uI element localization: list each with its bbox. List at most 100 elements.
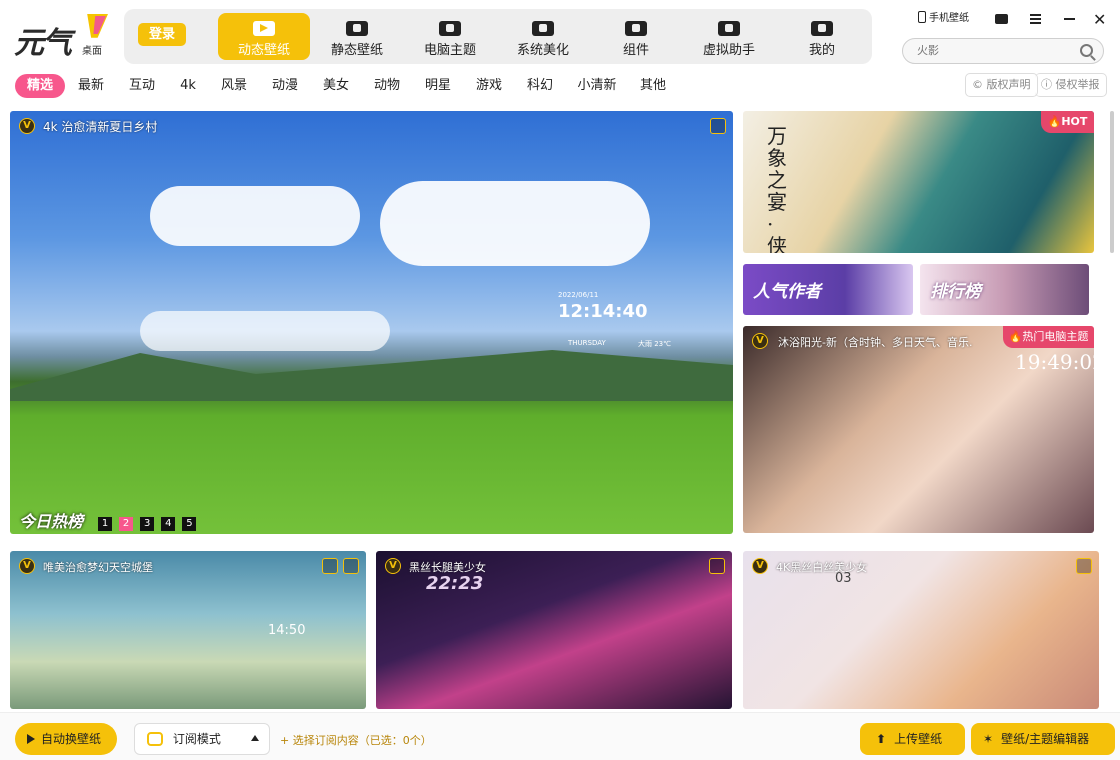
phone-wallpaper-button[interactable]: 手机壁纸	[918, 10, 969, 28]
category-featured[interactable]: 精选	[15, 74, 65, 98]
app-logo[interactable]: 元气 桌面	[12, 14, 108, 61]
category-games[interactable]: 游戏	[474, 74, 504, 98]
bottom-bar: 自动换壁纸 订阅模式 + 选择订阅内容（已选：0个） ⬆ 上传壁纸 ✶ 壁纸/主题编…	[0, 712, 1120, 760]
report-label: 侵权举报	[1055, 78, 1100, 91]
interactive-icon	[343, 558, 359, 574]
card-clock: 22:23	[426, 573, 484, 594]
theme-card[interactable]: V 沐浴阳光-新（含时钟、多日天气、音乐. 🔥热门电脑主题 19:49:02	[743, 326, 1094, 533]
category-fresh[interactable]: 小清新	[576, 74, 618, 98]
subscribe-mode-select[interactable]: 订阅模式	[134, 723, 270, 755]
nav-static-wallpaper[interactable]: 静态壁纸	[311, 13, 403, 60]
theme-clock: 19:49:02	[1015, 350, 1094, 374]
play-icon	[27, 734, 35, 744]
nav-system-beautify[interactable]: 系统美化	[497, 13, 589, 60]
widget-clock: 12:14:40	[558, 301, 648, 322]
category-anime[interactable]: 动漫	[270, 74, 300, 98]
subscribe-mode-label: 订阅模式	[172, 732, 221, 746]
nav-label: 电脑主题	[423, 43, 476, 58]
interactive-icon	[1076, 558, 1092, 574]
phone-wallpaper-label: 手机壁纸	[929, 13, 969, 24]
category-latest[interactable]: 最新	[76, 74, 106, 98]
nav-dynamic-wallpaper[interactable]: 动态壁纸	[218, 13, 310, 60]
mail-icon[interactable]	[995, 14, 1008, 24]
tshirt-icon	[439, 21, 461, 36]
copyright-link[interactable]: © 版权声明	[965, 73, 1038, 97]
hero-wallpaper[interactable]: V 4k 治愈清新夏日乡村 12:14:40 2022/06/11 THURSD…	[10, 111, 733, 534]
nav-label: 系统美化	[516, 43, 569, 58]
picture-icon	[346, 21, 368, 36]
nav-label: 静态壁纸	[330, 43, 383, 58]
logo-text: 元气	[14, 26, 72, 61]
page-5[interactable]: 5	[182, 517, 197, 531]
category-stars[interactable]: 明星	[423, 74, 453, 98]
search-box[interactable]	[902, 38, 1104, 64]
logo-sub: 桌面	[82, 46, 102, 57]
search-icon[interactable]	[1080, 44, 1093, 57]
category-4k[interactable]: 4k	[176, 74, 200, 98]
ranking-card[interactable]: 排行榜	[920, 264, 1089, 315]
login-button[interactable]: 登录	[138, 23, 186, 46]
caret-up-icon	[251, 735, 259, 741]
vip-badge-icon: V	[19, 558, 35, 574]
theme-title: 沐浴阳光-新（含时钟、多日天气、音乐.	[778, 336, 973, 349]
nav-label: 动态壁纸	[237, 43, 290, 58]
editor-button[interactable]: ✶ 壁纸/主题编辑器	[971, 723, 1115, 755]
category-beauty[interactable]: 美女	[321, 74, 351, 98]
wallpaper-card[interactable]: V 唯美治愈梦幻天空城堡 14:50	[10, 551, 366, 709]
close-icon[interactable]: ✕	[1093, 10, 1106, 29]
category-other[interactable]: 其他	[638, 74, 668, 98]
theme-badge-label: 热门电脑主题	[1022, 330, 1089, 343]
nav-label: 虚拟助手	[702, 43, 755, 58]
card-title: 4K黑丝白丝美少女	[776, 561, 868, 574]
popular-author-label: 人气作者	[753, 282, 821, 302]
subscribe-content-link[interactable]: + 选择订阅内容（已选：0个）	[280, 732, 432, 748]
nav-widgets[interactable]: 组件	[590, 13, 682, 60]
menu-icon[interactable]	[1030, 14, 1041, 24]
card-clock: 03	[835, 571, 852, 586]
widget-date: 2022/06/11	[558, 291, 599, 299]
interactive-icon	[709, 558, 725, 574]
nav-virtual-assistant[interactable]: 虚拟助手	[683, 13, 775, 60]
minimize-icon[interactable]	[1064, 18, 1075, 20]
search-input[interactable]	[917, 39, 1077, 63]
hero-title: 4k 治愈清新夏日乡村	[43, 120, 158, 134]
paw-icon	[718, 21, 740, 36]
page-1[interactable]: 1	[98, 517, 112, 531]
nav-label: 组件	[622, 43, 649, 58]
interactive-icon	[710, 118, 726, 134]
auto-change-button[interactable]: 自动换壁纸	[15, 723, 117, 755]
play-screen-icon	[253, 21, 275, 36]
category-scifi[interactable]: 科幻	[525, 74, 555, 98]
category-interactive[interactable]: 互动	[127, 74, 157, 98]
vip-badge-icon: V	[752, 333, 768, 349]
page-2[interactable]: 2	[119, 517, 134, 531]
hero-pager: 1 2 3 4 5	[98, 511, 197, 531]
wallpaper-card[interactable]: V 黑丝长腿美少女 22:23	[376, 551, 732, 709]
report-link[interactable]: ⓘ 侵权举报	[1035, 73, 1107, 97]
widget-weekday: THURSDAY	[568, 339, 606, 347]
page-3[interactable]: 3	[140, 517, 155, 531]
game-banner[interactable]: 万象之宴·侠 🔥HOT	[743, 111, 1094, 253]
flame-icon: 🔥	[1047, 115, 1062, 128]
hot-badge-label: HOT	[1061, 115, 1088, 128]
cloud	[150, 186, 360, 246]
category-animals[interactable]: 动物	[372, 74, 402, 98]
vip-badge-icon: V	[385, 558, 401, 574]
hot-ranking-label: 今日热榜	[19, 512, 84, 531]
cloud	[140, 311, 390, 351]
face-icon	[811, 21, 833, 36]
category-landscape[interactable]: 风景	[219, 74, 249, 98]
editor-label: 壁纸/主题编辑器	[1001, 732, 1090, 746]
theme-badge: 🔥热门电脑主题	[1003, 326, 1094, 348]
copyright-label: 版权声明	[986, 78, 1031, 91]
phone-icon	[918, 11, 926, 23]
wallpaper-card[interactable]: V 4K黑丝白丝美少女 03	[743, 551, 1099, 709]
upload-button[interactable]: ⬆ 上传壁纸	[860, 723, 965, 755]
vip-badge-icon: V	[752, 558, 768, 574]
nav-pc-theme[interactable]: 电脑主题	[404, 13, 496, 60]
banner-text: 万象之宴·侠	[767, 124, 787, 253]
nav-mine[interactable]: 我的	[776, 13, 868, 60]
scrollbar[interactable]	[1110, 111, 1114, 253]
page-4[interactable]: 4	[161, 517, 176, 531]
popular-author-card[interactable]: 人气作者	[743, 264, 913, 315]
